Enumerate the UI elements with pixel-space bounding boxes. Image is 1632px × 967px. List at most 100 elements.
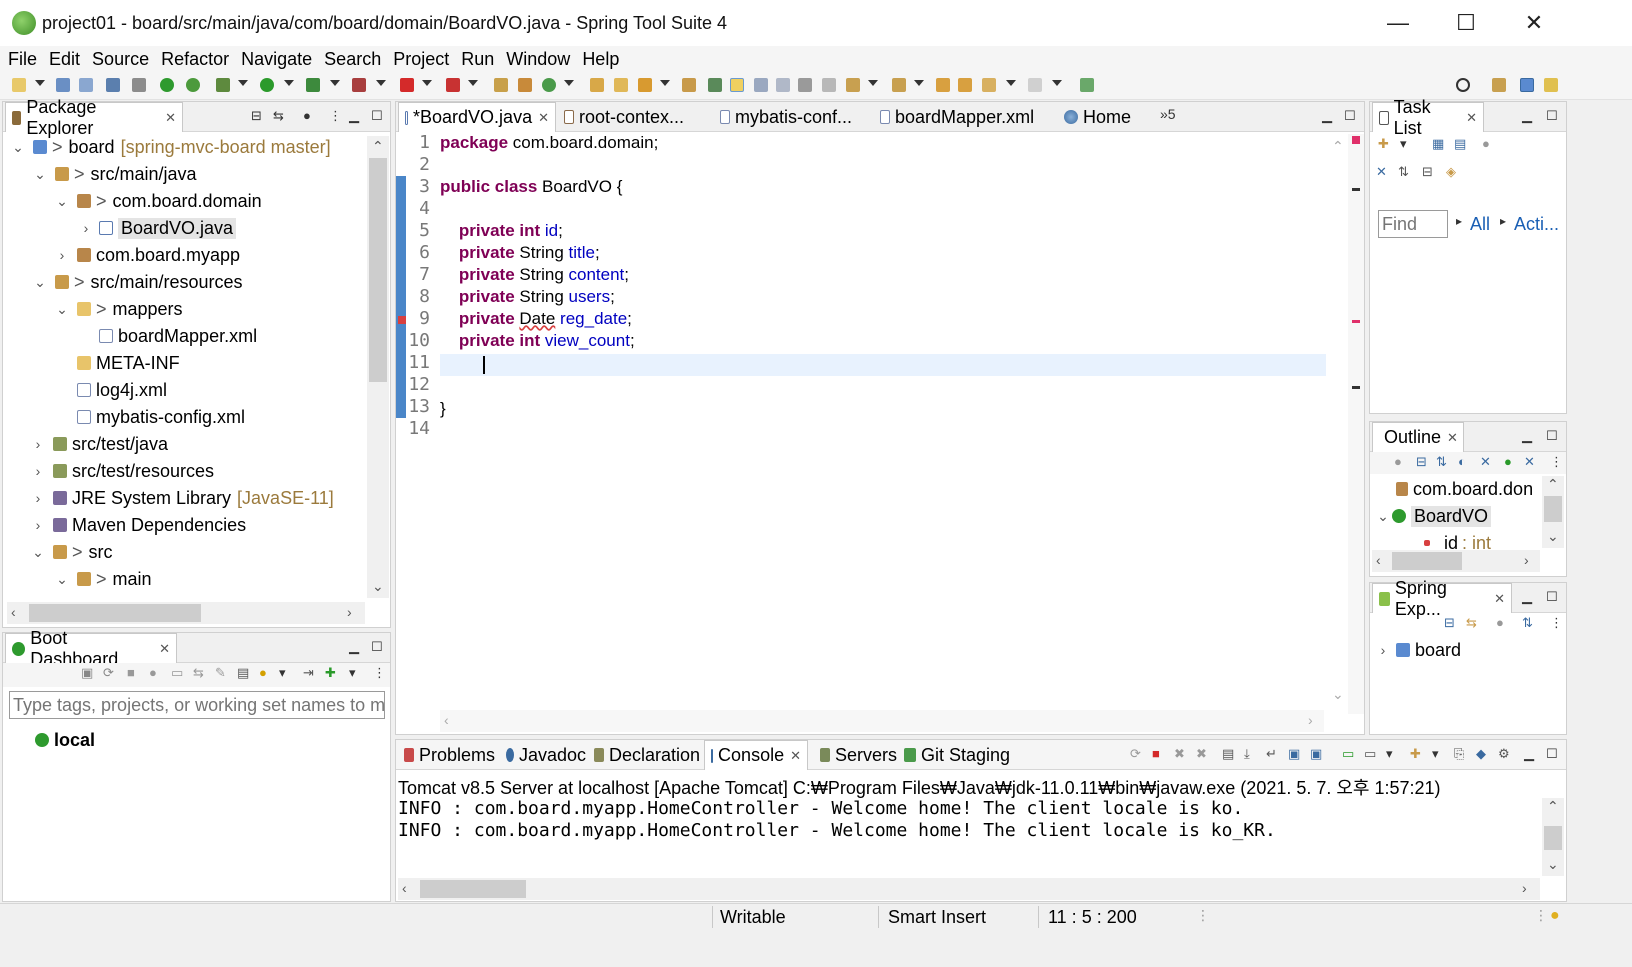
console-icon[interactable]: ▭: [171, 665, 183, 681]
display-console-dropdown-icon[interactable]: ▾: [1386, 746, 1393, 762]
run-dropdown-icon[interactable]: [284, 80, 294, 86]
chevron-right-icon[interactable]: ›: [53, 247, 71, 263]
mark-occurrences-icon[interactable]: [730, 78, 744, 92]
focus-icon[interactable]: ◈: [1446, 164, 1456, 180]
tree-item-src-test-java[interactable]: › src/test/java: [29, 431, 168, 457]
search-tool-icon[interactable]: [638, 78, 652, 92]
debug-dropdown-icon[interactable]: [238, 80, 248, 86]
add-icon[interactable]: ✚: [325, 665, 336, 681]
tree-item-maven-dependencies[interactable]: › Maven Dependencies: [29, 512, 246, 538]
close-icon[interactable]: ✕: [1466, 110, 1477, 126]
back-edit-icon[interactable]: [958, 78, 972, 92]
back-icon[interactable]: [982, 78, 996, 92]
properties-icon[interactable]: ▤: [237, 665, 249, 681]
previous-annotation-dropdown-icon[interactable]: [914, 80, 924, 86]
activate-link[interactable]: Acti...: [1514, 214, 1559, 235]
show-stdout-icon[interactable]: ▣: [1288, 746, 1300, 762]
filter-icon[interactable]: ●: [1394, 454, 1402, 469]
menu-project[interactable]: Project: [393, 49, 449, 70]
menu-navigate[interactable]: Navigate: [241, 49, 312, 70]
add-dropdown-icon[interactable]: ▾: [349, 665, 356, 681]
menu-run[interactable]: Run: [461, 49, 494, 70]
collapse-all-icon[interactable]: ⊟: [1422, 164, 1433, 180]
maximize-view-icon[interactable]: ☐: [1546, 589, 1558, 605]
code-line-1[interactable]: package com.board.domain;: [440, 132, 658, 154]
spring-item-board[interactable]: › board: [1374, 637, 1461, 663]
chevron-down-icon[interactable]: ⌄: [31, 274, 49, 291]
tip-lightbulb-icon[interactable]: ●: [1550, 907, 1560, 925]
hide-local-types-icon[interactable]: ✕: [1524, 454, 1535, 470]
tree-item-src-main-resources[interactable]: ⌄ > src/main/resources: [31, 269, 242, 295]
code-line-10[interactable]: private int view_count;: [440, 330, 635, 352]
scroll-left-icon[interactable]: ‹: [1376, 552, 1381, 568]
tab-outline[interactable]: Outline ✕: [1372, 422, 1464, 452]
tree-item-meta-inf[interactable]: META-INF: [77, 350, 180, 376]
vertical-scrollbar[interactable]: ⌃ ⌄: [1542, 476, 1564, 548]
pin-console-icon[interactable]: ▭: [1342, 746, 1354, 762]
horizontal-scrollbar[interactable]: ‹ ›: [398, 878, 1540, 900]
chevron-down-icon[interactable]: ⌄: [1374, 508, 1392, 525]
horizontal-scrollbar[interactable]: ‹ ›: [1372, 550, 1540, 572]
close-button[interactable]: ✕: [1500, 0, 1568, 46]
terminate-icon[interactable]: ■: [1152, 746, 1160, 761]
scrollbar-thumb[interactable]: [1392, 552, 1462, 570]
tab-package-explorer[interactable]: Package Explorer ✕: [5, 97, 183, 138]
new-task-icon[interactable]: ✚: [1378, 136, 1389, 152]
maximize-view-icon[interactable]: ☐: [371, 639, 383, 655]
stop-icon[interactable]: [400, 78, 414, 92]
view-menu-icon[interactable]: ⋮: [1550, 454, 1563, 470]
server-icon[interactable]: [446, 78, 460, 92]
scrollbar-thumb[interactable]: [369, 158, 387, 382]
skip-breakpoints-icon[interactable]: [132, 78, 146, 92]
back-dropdown-icon[interactable]: [1006, 80, 1016, 86]
task-find-input[interactable]: [1378, 210, 1448, 238]
lightbulb-dropdown-icon[interactable]: ▾: [279, 665, 286, 681]
hide-non-public-icon[interactable]: ●: [1504, 454, 1512, 469]
chevron-right-icon[interactable]: ›: [29, 517, 47, 533]
chevron-down-icon[interactable]: ⌄: [31, 166, 49, 183]
menu-refactor[interactable]: Refactor: [161, 49, 229, 70]
close-icon[interactable]: ✕: [1494, 591, 1505, 607]
tab-declaration[interactable]: Declaration: [588, 740, 706, 770]
console-output[interactable]: INFO : com.board.myapp.HomeController - …: [398, 798, 1276, 842]
show-whitespace-icon[interactable]: [798, 78, 812, 92]
scrollbar-thumb[interactable]: [1544, 496, 1562, 522]
code-line-7[interactable]: private String content;: [440, 264, 629, 286]
tab-boardvo-java[interactable]: *BoardVO.java ✕: [398, 102, 556, 132]
show-stderr-icon[interactable]: ▣: [1310, 746, 1322, 762]
coverage-dropdown-icon[interactable]: [330, 80, 340, 86]
scroll-left-icon[interactable]: ‹: [11, 604, 16, 620]
tab-spring-explorer[interactable]: Spring Exp... ✕: [1372, 578, 1512, 619]
boot-dashboard-filter-input[interactable]: [9, 691, 385, 719]
all-link[interactable]: All: [1470, 214, 1490, 235]
chevron-right-icon[interactable]: ›: [29, 463, 47, 479]
view-menu-icon[interactable]: ⋮: [373, 665, 386, 681]
java-perspective-icon[interactable]: [1520, 78, 1534, 92]
push-icon[interactable]: ⇥: [303, 665, 314, 681]
settings-icon[interactable]: ⚙: [1498, 746, 1510, 762]
local-target[interactable]: local: [35, 727, 95, 753]
tab-mybatis-config[interactable]: mybatis-conf...: [714, 102, 858, 132]
hide-fields-icon[interactable]: ◐: [1458, 454, 1466, 469]
tree-item-src[interactable]: ⌄ > src: [29, 539, 112, 565]
link-icon[interactable]: ⟳: [1130, 746, 1141, 762]
run-icon[interactable]: [260, 78, 274, 92]
menu-file[interactable]: File: [8, 49, 37, 70]
minimize-view-icon[interactable]: ▁: [1524, 746, 1534, 762]
tree-item-mappers[interactable]: ⌄ > mappers: [53, 296, 182, 322]
outline-item-boardvo[interactable]: ⌄ BoardVO: [1374, 503, 1492, 529]
scrollbar-thumb[interactable]: [29, 604, 201, 622]
minimize-view-icon[interactable]: ▁: [1522, 428, 1532, 444]
server-dropdown-icon[interactable]: [468, 80, 478, 86]
scroll-down-icon[interactable]: ⌄: [1547, 856, 1559, 873]
open-console-dropdown-icon[interactable]: ▾: [1432, 746, 1439, 762]
save-all-icon[interactable]: [79, 78, 93, 92]
vertical-scrollbar[interactable]: ⌃ ⌄: [367, 136, 389, 598]
tab-boot-dashboard[interactable]: Boot Dashboard ✕: [5, 628, 177, 669]
word-wrap-icon[interactable]: [776, 78, 790, 92]
categorized-icon[interactable]: ▦: [1432, 136, 1444, 152]
scroll-right-icon[interactable]: ›: [1524, 552, 1529, 568]
lightbulb-icon[interactable]: ●: [259, 665, 267, 680]
new-dropdown-icon[interactable]: [35, 80, 45, 86]
maximize-view-icon[interactable]: ☐: [1546, 746, 1558, 762]
